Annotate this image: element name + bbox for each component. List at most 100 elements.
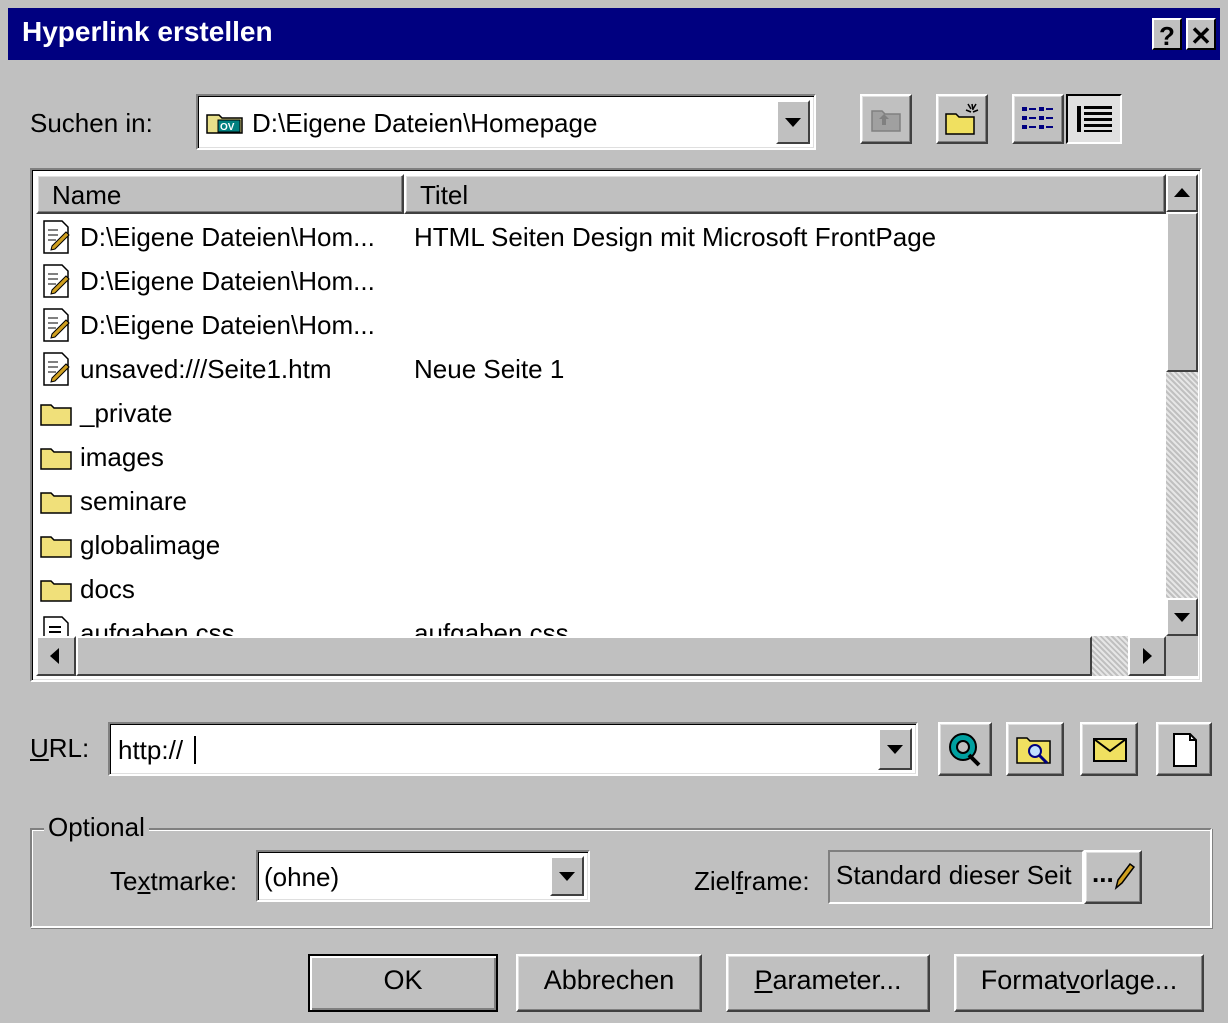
folder-icon <box>40 404 72 426</box>
url-combobox[interactable]: http:// <box>108 722 918 776</box>
list-item-name: unsaved:///Seite1.htm <box>80 354 332 384</box>
html-page-icon <box>43 308 70 342</box>
folder-icon <box>40 492 72 514</box>
parameters-button[interactable]: Parameter... <box>726 954 930 1012</box>
folder-up-icon <box>871 110 901 132</box>
chevron-right-icon <box>1143 648 1152 664</box>
list-item-titel: aufgaben.css <box>414 618 569 636</box>
lookin-combobox[interactable]: OV D:\Eigene Dateien\Homepage <box>196 94 816 150</box>
list-item-name: aufgaben.css <box>80 618 235 636</box>
zielframe-field: Standard dieser Seit <box>828 850 1084 904</box>
new-page-button[interactable] <box>1156 722 1212 776</box>
new-folder-button[interactable] <box>936 94 988 144</box>
horizontal-scroll-thumb[interactable] <box>76 636 1092 676</box>
list-item[interactable]: D:\Eigene Dateien\Hom... <box>36 304 1162 348</box>
envelope-icon <box>1093 738 1127 762</box>
zielframe-label: Zielframe: <box>694 866 810 896</box>
ok-button[interactable]: OK <box>308 954 498 1012</box>
list-item[interactable]: unsaved:///Seite1.htm Neue Seite 1 <box>36 348 1162 392</box>
list-view-button[interactable] <box>1012 94 1064 144</box>
vertical-scroll-thumb[interactable] <box>1166 212 1198 372</box>
browse-file-button[interactable] <box>1006 722 1064 776</box>
list-item[interactable]: seminare <box>36 480 1162 524</box>
details-view-icon <box>1077 106 1112 132</box>
browse-web-button[interactable] <box>938 722 992 776</box>
textmarke-combobox[interactable]: (ohne) <box>256 850 590 902</box>
folder-search-icon <box>1016 737 1051 765</box>
ellipsis-label: ... <box>1092 858 1114 888</box>
list-item-name: D:\Eigene Dateien\Hom... <box>80 266 375 296</box>
list-item[interactable]: docs <box>36 568 1162 612</box>
folder-icon <box>40 536 72 558</box>
list-item[interactable]: D:\Eigene Dateien\Hom... HTML Seiten Des… <box>36 216 1162 260</box>
column-header-name-label: Name <box>52 180 122 210</box>
list-item-name: D:\Eigene Dateien\Hom... <box>80 310 375 340</box>
scroll-up-button[interactable] <box>1166 174 1198 212</box>
vertical-scrollbar[interactable] <box>1166 174 1198 636</box>
new-page-icon <box>1173 733 1197 767</box>
cancel-button[interactable]: Abbrechen <box>516 954 702 1012</box>
chevron-down-icon <box>1174 613 1190 622</box>
html-page-icon <box>43 264 70 298</box>
list-item[interactable]: _private <box>36 392 1162 436</box>
column-header-titel[interactable]: Titel <box>404 174 1166 214</box>
zielframe-browse-button[interactable]: ... <box>1084 850 1142 904</box>
list-item-name: images <box>80 442 164 472</box>
up-one-level-button[interactable] <box>860 94 912 144</box>
lookin-path: D:\Eigene Dateien\Homepage <box>252 108 598 138</box>
css-file-icon <box>43 616 69 636</box>
lookin-dropdown-button[interactable] <box>776 100 810 144</box>
list-item-name: seminare <box>80 486 187 516</box>
details-view-button[interactable] <box>1066 94 1122 144</box>
column-header-titel-label: Titel <box>420 180 469 210</box>
column-header-name[interactable]: Name <box>36 174 404 214</box>
list-item-name: _private <box>80 398 173 428</box>
html-page-icon <box>43 352 70 386</box>
url-input[interactable]: http:// <box>118 735 183 766</box>
textmarke-dropdown-button[interactable] <box>550 856 584 896</box>
zielframe-value: Standard dieser Seit <box>836 860 1072 890</box>
pencil-icon <box>1114 862 1136 891</box>
scroll-left-button[interactable] <box>36 636 76 676</box>
folder-icon <box>40 448 72 470</box>
scroll-right-button[interactable] <box>1128 636 1166 676</box>
scrollbar-corner <box>1166 636 1198 676</box>
close-button[interactable]: ✕ <box>1186 18 1216 51</box>
help-button[interactable]: ? <box>1152 18 1182 51</box>
list-item[interactable]: aufgaben.css aufgaben.css <box>36 612 1162 636</box>
list-item[interactable]: D:\Eigene Dateien\Hom... <box>36 260 1162 304</box>
url-dropdown-button[interactable] <box>878 728 912 770</box>
list-view-icon <box>1022 107 1053 129</box>
list-item-titel: Neue Seite 1 <box>414 354 565 384</box>
file-list-body: D:\Eigene Dateien\Hom... HTML Seiten Des… <box>32 214 1166 636</box>
lookin-label: Suchen in: <box>30 108 153 138</box>
chevron-down-icon <box>785 118 801 127</box>
list-item[interactable]: globalimage <box>36 524 1162 568</box>
list-item-titel: HTML Seiten Design mit Microsoft FrontPa… <box>414 222 937 252</box>
textmarke-value: (ohne) <box>264 862 340 892</box>
email-link-button[interactable] <box>1080 722 1138 776</box>
list-item[interactable]: images <box>36 436 1162 480</box>
list-item-name: globalimage <box>80 530 221 560</box>
new-folder-icon <box>945 103 979 135</box>
style-button[interactable]: Formatvorlage... <box>954 954 1204 1012</box>
folder-icon <box>40 580 72 602</box>
horizontal-scrollbar[interactable] <box>36 636 1166 676</box>
drive-folder-icon: OV <box>206 114 243 134</box>
window-title: Hyperlink erstellen <box>22 16 273 47</box>
chevron-left-icon <box>50 648 59 664</box>
textmarke-label: Textmarke: <box>110 866 238 896</box>
web-browse-icon <box>949 733 981 767</box>
chevron-up-icon <box>1174 188 1190 197</box>
list-item-name: docs <box>80 574 135 604</box>
chevron-down-icon <box>887 745 903 754</box>
optional-group-label: Optional <box>44 812 149 843</box>
text-cursor <box>194 736 196 764</box>
url-label: URL: <box>30 733 90 763</box>
scroll-down-button[interactable] <box>1166 598 1198 636</box>
file-list[interactable]: Name Titel D:\Eigene Dateien\Hom... HTML… <box>30 168 1202 682</box>
svg-text:OV: OV <box>220 122 235 133</box>
list-item-name: D:\Eigene Dateien\Hom... <box>80 222 375 252</box>
title-bar[interactable]: Hyperlink erstellen ? ✕ <box>8 8 1220 60</box>
html-page-icon <box>43 220 70 254</box>
